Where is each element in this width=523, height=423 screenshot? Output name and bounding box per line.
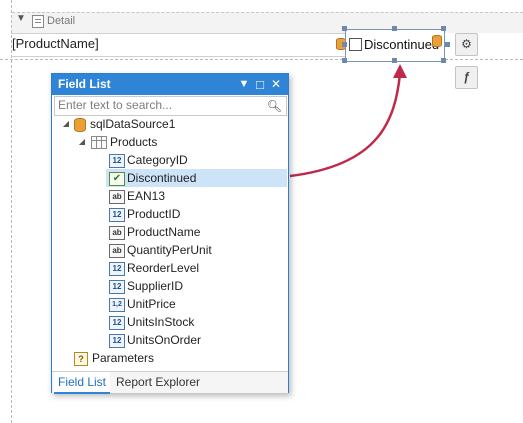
field-list-window[interactable]: Field List ▼ □ ✕ 🔍︎ ◢ sqlDataSource1 ◢ P… [51,73,289,394]
tree-field-productname[interactable]: ab ProductName [106,223,287,241]
tree-field-label: SupplierID [127,279,184,293]
tree-field-discontinued[interactable]: ✔ Discontinued [106,169,287,187]
tree-node-label: Products [110,135,158,149]
search-box[interactable]: 🔍︎ [54,96,287,116]
tree-field-label: CategoryID [127,153,188,167]
tree-field-supplierid[interactable]: 12 SupplierID [106,277,287,295]
close-icon[interactable]: ✕ [268,74,284,95]
tree-node-datasource[interactable]: ◢ sqlDataSource1 [52,115,288,133]
tree-field-unitprice[interactable]: 1,2 UnitPrice [106,295,287,313]
number-field-icon: 12 [109,208,125,222]
search-icon[interactable]: 🔍︎ [267,99,282,113]
maximize-icon[interactable]: □ [252,74,268,95]
search-input[interactable] [55,97,269,113]
tree-field-label: ProductName [127,225,201,239]
tree-node-table[interactable]: ◢ Products [52,133,288,151]
number-field-icon: 12 [109,262,125,276]
tree-field-label: UnitsOnOrder [127,333,202,347]
field-list-title-bar[interactable]: Field List ▼ □ ✕ [52,74,288,95]
tree-field-categoryid[interactable]: 12 CategoryID [106,151,287,169]
expander-icon[interactable]: ◢ [78,133,86,151]
tree-field-label: ReorderLevel [127,261,200,275]
string-field-icon: ab [109,190,125,204]
string-field-icon: ab [109,226,125,240]
tree-field-label: EAN13 [127,189,166,203]
tab-report-explorer[interactable]: Report Explorer [112,372,204,392]
number-field-icon: 12 [109,334,125,348]
datasource-icon [74,118,86,132]
parameters-icon: ? [74,352,88,366]
tree-field-unitsinstock[interactable]: 12 UnitsInStock [106,313,287,331]
number-field-icon: 12 [109,316,125,330]
number-field-icon: 12 [109,280,125,294]
tree-field-productid[interactable]: 12 ProductID [106,205,287,223]
tree-field-label: Discontinued [127,171,197,185]
tree-field-label: QuantityPerUnit [127,243,212,257]
expander-icon[interactable]: ◢ [62,115,70,133]
tab-field-list[interactable]: Field List [54,372,111,394]
tree-field-label: ProductID [127,207,181,221]
dropdown-icon[interactable]: ▼ [236,74,252,95]
field-list-tabs: Field List Report Explorer [52,371,288,394]
boolean-field-icon: ✔ [109,172,125,186]
string-field-icon: ab [109,244,125,258]
tree-node-label: sqlDataSource1 [90,117,176,131]
tree-field-reorderlevel[interactable]: 12 ReorderLevel [106,259,287,277]
tree-node-label: Parameters [92,351,155,365]
tree-field-ean13[interactable]: ab EAN13 [106,187,287,205]
tree-field-unitsonorder[interactable]: 12 UnitsOnOrder [106,331,287,349]
tree-field-label: UnitsInStock [127,315,195,329]
tree-field-quantityperunit[interactable]: ab QuantityPerUnit [106,241,287,259]
number-field-icon: 12 [109,154,125,168]
field-list-title: Field List [58,77,111,91]
decimal-field-icon: 1,2 [109,298,125,312]
table-icon [91,136,107,149]
tree-node-parameters[interactable]: ? Parameters [52,349,288,367]
tree-field-label: UnitPrice [127,297,176,311]
